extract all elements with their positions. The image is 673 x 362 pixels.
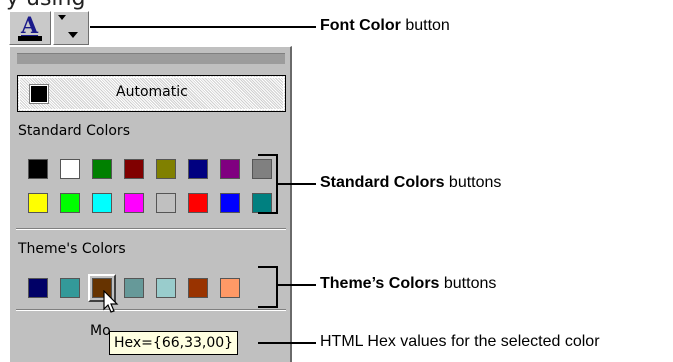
callout-text: button <box>400 17 450 34</box>
theme-color-swatch[interactable] <box>124 278 144 298</box>
automatic-label: Automatic <box>116 84 188 100</box>
drag-handle[interactable] <box>17 53 285 64</box>
font-color-callout: Font Color button <box>320 17 450 35</box>
standard-colors-bracket <box>258 154 278 214</box>
theme-color-swatch[interactable] <box>188 278 208 298</box>
hex-tooltip: Hex={66,33,00} <box>109 331 239 355</box>
theme-color-swatch[interactable] <box>28 278 48 298</box>
standard-colors-heading: Standard Colors <box>18 123 130 139</box>
standard-color-swatch[interactable] <box>124 159 144 179</box>
callout-bold: Theme’s Colors <box>320 275 440 292</box>
automatic-color-button[interactable]: Automatic <box>17 75 286 112</box>
standard-color-swatch[interactable] <box>92 159 112 179</box>
standard-color-swatch[interactable] <box>60 193 80 213</box>
theme-color-swatch[interactable] <box>60 278 80 298</box>
font-color-button[interactable]: A <box>9 11 51 45</box>
callout-bold: Font Color <box>320 17 401 34</box>
hex-values-callout: HTML Hex values for the selected color <box>320 333 600 350</box>
standard-color-swatch[interactable] <box>188 193 208 213</box>
color-picker-panel: Automatic Standard Colors Theme's Colors… <box>9 46 292 362</box>
theme-colors-callout: Theme’s Colors buttons <box>320 275 496 293</box>
small-arrow-icon <box>58 15 66 20</box>
font-color-toolbar: A <box>9 11 90 47</box>
standard-color-swatch[interactable] <box>28 193 48 213</box>
theme-colors-heading: Theme's Colors <box>18 241 126 257</box>
standard-color-swatch[interactable] <box>92 193 112 213</box>
callout-line <box>278 183 316 185</box>
page-text-fragment: y using <box>6 0 85 11</box>
theme-color-swatch[interactable] <box>220 278 240 298</box>
standard-color-swatch[interactable] <box>156 159 176 179</box>
standard-color-swatch[interactable] <box>220 159 240 179</box>
font-color-bar <box>18 36 42 41</box>
callout-bold: Standard Colors <box>320 174 445 191</box>
standard-color-swatch[interactable] <box>188 159 208 179</box>
standard-color-swatch[interactable] <box>28 159 48 179</box>
more-colors-button[interactable]: Mo <box>90 323 111 339</box>
standard-colors-callout: Standard Colors buttons <box>320 174 501 192</box>
callout-line <box>258 342 316 344</box>
separator <box>16 228 286 230</box>
automatic-swatch <box>29 84 49 104</box>
standard-color-swatch[interactable] <box>60 159 80 179</box>
theme-colors-bracket <box>258 266 278 308</box>
callout-line <box>278 284 316 286</box>
chevron-down-icon <box>68 32 78 38</box>
theme-color-swatch[interactable] <box>156 278 176 298</box>
callout-text: buttons <box>439 275 497 292</box>
standard-color-swatch[interactable] <box>220 193 240 213</box>
mouse-cursor-icon <box>103 290 119 313</box>
standard-color-swatch[interactable] <box>156 193 176 213</box>
separator <box>16 309 286 311</box>
callout-text: buttons <box>444 174 502 191</box>
standard-color-swatch[interactable] <box>124 193 144 213</box>
font-color-dropdown-button[interactable] <box>53 11 89 45</box>
callout-line <box>90 26 316 28</box>
